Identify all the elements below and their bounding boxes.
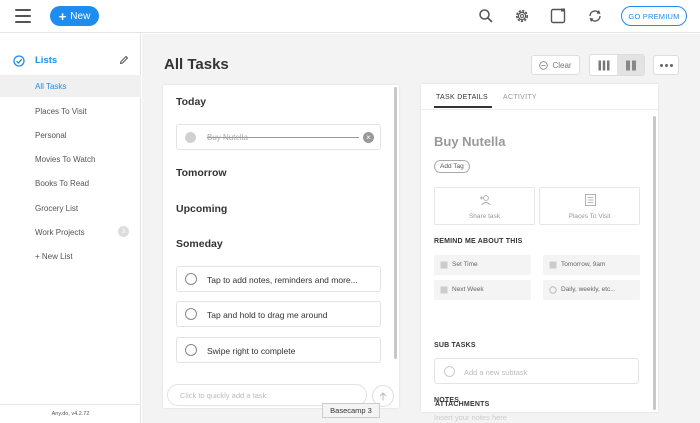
list-icon [585, 194, 596, 206]
page-title: All Tasks [164, 56, 229, 73]
divider [421, 109, 658, 110]
section-someday: Someday [176, 238, 223, 250]
task-item[interactable]: Tap to add notes, reminders and more... [176, 266, 381, 292]
attachments-header: ATTACHMENTS [435, 401, 490, 408]
plus-icon: + [58, 8, 67, 24]
sidebar-item-label: Movies To Watch [35, 154, 96, 164]
remind-header: REMIND ME ABOUT THIS [434, 238, 523, 245]
sidebar-item-places-to-visit[interactable]: Places To Visit [0, 100, 141, 122]
tasks-panel: Today Buy Nutella × Tomorrow Upcoming So… [163, 85, 399, 408]
reminder-label: Next Week [452, 286, 484, 293]
reminder-label: Daily, weekly, etc... [561, 286, 616, 293]
scrollbar[interactable] [394, 87, 397, 359]
task-item[interactable]: Tap and hold to drag me around [176, 301, 381, 327]
tab-task-details[interactable]: TASK DETAILS [436, 94, 488, 101]
sidebar-item-grocery-list[interactable]: Grocery List [0, 197, 141, 219]
add-tag-button[interactable]: Add Tag [434, 160, 470, 173]
list-name-label: Places To Visit [568, 213, 611, 220]
three-columns-icon [598, 60, 609, 70]
tooltip: Basecamp 3 [322, 403, 380, 418]
section-tomorrow: Tomorrow [176, 167, 227, 179]
task-text: Swipe right to complete [207, 346, 296, 356]
new-list-button[interactable]: + New List [0, 245, 141, 267]
reminder-set-time[interactable]: Set Time [434, 255, 531, 275]
sync-icon[interactable] [587, 8, 603, 24]
sidebar-item-work-projects[interactable]: Work Projects 3 [0, 221, 141, 243]
gear-icon[interactable] [514, 8, 530, 24]
tab-activity[interactable]: ACTIVITY [503, 94, 537, 101]
reminder-label: Tomorrow, 9am [561, 261, 606, 268]
repeat-icon [549, 286, 557, 294]
calendar-small-icon [549, 261, 557, 269]
share-user-icon [480, 195, 491, 206]
sidebar-item-label: Work Projects [35, 227, 85, 237]
reminder-label: Set Time [452, 261, 478, 268]
calendar-small-icon [440, 286, 448, 294]
reminder-next-week[interactable]: Next Week [434, 280, 531, 300]
sidebar-item-label: All Tasks [35, 81, 67, 91]
close-icon[interactable]: × [363, 132, 374, 143]
task-text: Tap and hold to drag me around [207, 310, 328, 320]
sidebar-item-personal[interactable]: Personal [0, 124, 141, 146]
clear-icon [539, 60, 549, 70]
lists-title: Lists [35, 55, 58, 66]
scrollbar[interactable] [653, 116, 656, 410]
search-icon[interactable] [478, 8, 494, 24]
pencil-icon[interactable] [119, 55, 129, 65]
list-selector-button[interactable]: Places To Visit [539, 187, 640, 225]
reminder-recurring[interactable]: Daily, weekly, etc... [543, 280, 640, 300]
main-area: All Tasks Clear Today Buy Nutella × Tomo… [142, 34, 700, 423]
reminder-tomorrow[interactable]: Tomorrow, 9am [543, 255, 640, 275]
clear-button[interactable]: Clear [531, 55, 580, 75]
sidebar-item-label: Books To Read [35, 178, 90, 188]
hamburger-icon[interactable] [15, 9, 31, 23]
top-bar: + New GO PREMIUM [0, 0, 700, 33]
add-subtask-input[interactable]: Add a new subtask [434, 358, 639, 384]
divider [0, 404, 141, 405]
sidebar: Lists All Tasks Places To Visit Personal… [0, 33, 141, 423]
arrow-up-icon [379, 391, 387, 400]
check-circle-icon [13, 55, 25, 67]
columns-view-button[interactable] [590, 55, 617, 75]
sidebar-item-books-to-read[interactable]: Books To Read [0, 172, 141, 194]
count-badge: 3 [118, 226, 129, 237]
strikethrough-line [207, 137, 359, 138]
task-title[interactable]: Buy Nutella [434, 134, 506, 149]
calendar-small-icon [440, 261, 448, 269]
checkbox-circle-icon[interactable] [185, 308, 197, 320]
view-switcher [589, 54, 645, 76]
subtask-placeholder: Add a new subtask [464, 368, 528, 377]
calendar-icon[interactable] [550, 8, 566, 24]
sidebar-item-label: Grocery List [35, 203, 79, 213]
new-button[interactable]: + New [50, 6, 99, 26]
section-upcoming: Upcoming [176, 203, 228, 215]
task-text: Tap to add notes, reminders and more... [207, 275, 358, 285]
clear-label: Clear [552, 60, 572, 70]
section-today: Today [176, 96, 207, 108]
task-details-panel: TASK DETAILS ACTIVITY Buy Nutella Add Ta… [421, 84, 658, 422]
sidebar-item-label: Places To Visit [35, 106, 87, 116]
checked-icon[interactable] [185, 132, 196, 143]
notes-input[interactable]: Insert your notes here [434, 413, 507, 422]
share-task-label: Share task [468, 213, 501, 220]
split-view-button[interactable] [617, 55, 644, 75]
share-task-button[interactable]: Share task [434, 187, 535, 225]
completed-task[interactable]: Buy Nutella × [176, 124, 381, 150]
more-options-button[interactable] [653, 55, 679, 75]
checkbox-circle-icon[interactable] [185, 273, 197, 285]
version-label: Any.do, v4.2.72 [51, 411, 90, 417]
sidebar-item-movies-to-watch[interactable]: Movies To Watch [0, 148, 141, 170]
sidebar-item-label: Personal [35, 130, 67, 140]
subtask-circle-icon [444, 366, 455, 377]
new-button-label: New [70, 10, 91, 22]
two-columns-icon [625, 60, 636, 70]
go-premium-button[interactable]: GO PREMIUM [621, 6, 687, 26]
sidebar-item-all-tasks[interactable]: All Tasks [0, 75, 141, 97]
active-tab-indicator [434, 106, 492, 108]
task-item[interactable]: Swipe right to complete [176, 337, 381, 363]
checkbox-circle-icon[interactable] [185, 344, 197, 356]
lists-header: Lists [0, 51, 141, 71]
new-list-label: + New List [35, 251, 73, 261]
subtasks-header: SUB TASKS [434, 342, 476, 349]
